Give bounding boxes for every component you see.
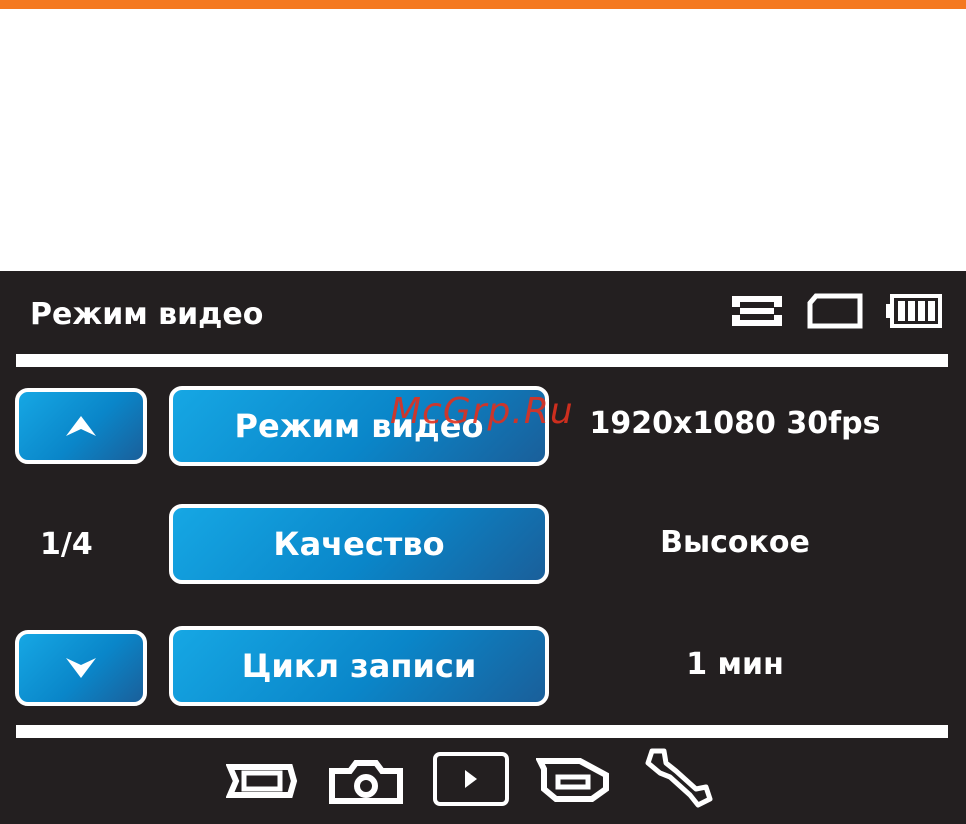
scroll-down-button[interactable] bbox=[15, 630, 147, 706]
bottom-nav bbox=[0, 741, 966, 811]
photo-camera-icon[interactable] bbox=[328, 759, 404, 805]
watermark: McGrp.Ru bbox=[390, 391, 574, 432]
menu-item-loop-recording[interactable]: Цикл записи bbox=[169, 626, 549, 706]
top-divider bbox=[16, 354, 948, 367]
page-indicator: 1/4 bbox=[40, 527, 93, 562]
bottom-divider bbox=[16, 725, 948, 738]
menu-item-label: Цикл записи bbox=[241, 647, 477, 685]
chevron-down-icon bbox=[66, 658, 96, 678]
film-strip-icon bbox=[732, 296, 782, 326]
menu-item-value: 1 мин bbox=[686, 647, 784, 682]
menu-item-value: 1920x1080 30fps bbox=[589, 406, 881, 441]
device-screen: Режим видео Режим видео 1920x1080 30fps … bbox=[0, 271, 966, 824]
video-mode-icon[interactable] bbox=[226, 759, 298, 803]
battery-icon bbox=[886, 294, 942, 328]
rotate-icon[interactable] bbox=[536, 755, 612, 805]
chevron-up-icon bbox=[66, 416, 96, 436]
top-accent-bar bbox=[0, 0, 966, 9]
page-title: Режим видео bbox=[30, 297, 264, 332]
settings-wrench-icon[interactable] bbox=[640, 743, 716, 809]
status-bar bbox=[730, 293, 942, 329]
menu-item-label: Качество bbox=[273, 525, 445, 563]
playback-icon[interactable] bbox=[432, 751, 510, 807]
menu-item-quality[interactable]: Качество bbox=[169, 504, 549, 584]
menu-item-value: Высокое bbox=[660, 525, 810, 560]
scroll-up-button[interactable] bbox=[15, 388, 147, 464]
sd-card-icon bbox=[807, 293, 863, 329]
